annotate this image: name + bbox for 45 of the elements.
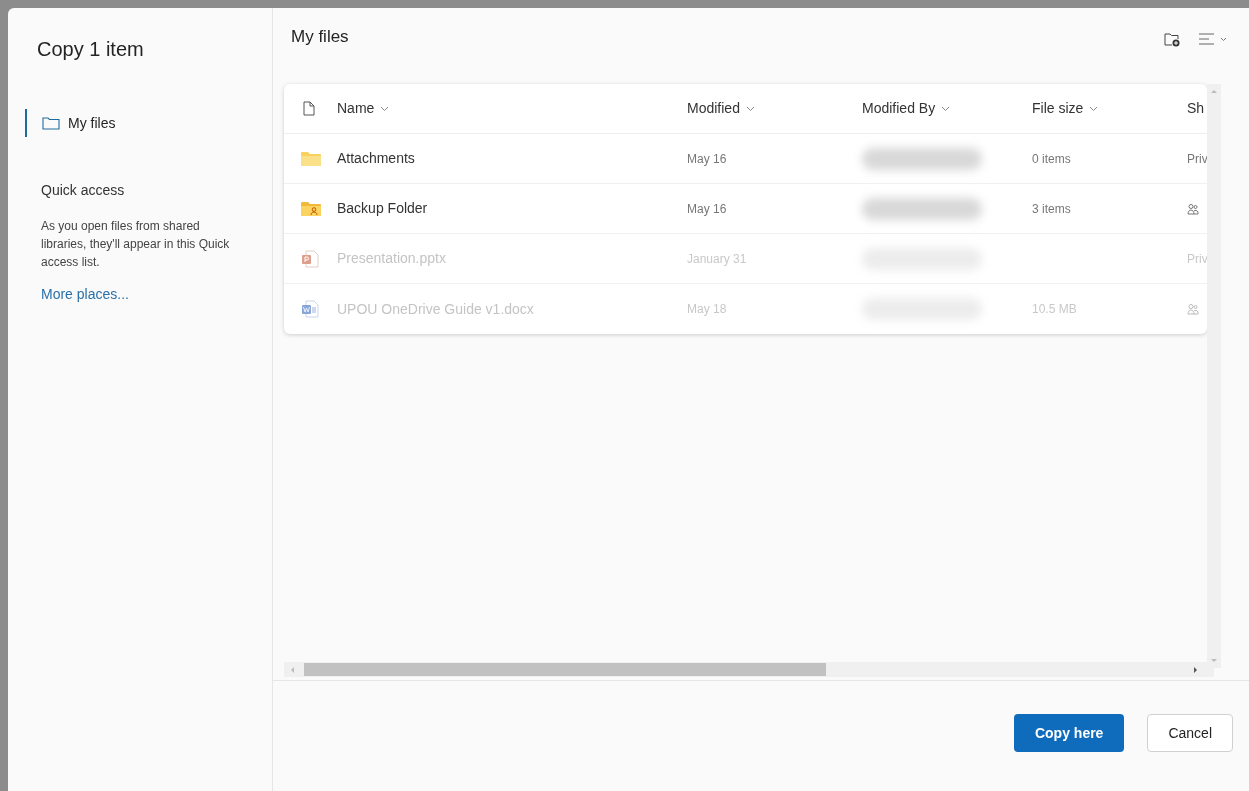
file-row[interactable]: Backup Folder May 16 3 items bbox=[284, 184, 1207, 234]
section-heading: Quick access bbox=[41, 181, 126, 200]
location-title: My files bbox=[291, 26, 349, 49]
chevron-down-icon bbox=[1089, 105, 1099, 112]
scroll-up-icon[interactable] bbox=[1210, 88, 1218, 94]
file-icon bbox=[303, 101, 315, 116]
chevron-down-icon bbox=[745, 105, 755, 112]
folder-icon bbox=[42, 116, 60, 130]
more-places-link[interactable]: More places... bbox=[41, 284, 252, 305]
column-header[interactable]: Modified By bbox=[862, 98, 1032, 119]
shared-folder-icon bbox=[301, 200, 321, 217]
column-header[interactable]: Name bbox=[337, 98, 687, 119]
new-folder-icon[interactable] bbox=[1164, 31, 1181, 47]
chevron-down-icon bbox=[1220, 36, 1227, 42]
sidebar-item[interactable]: My files bbox=[25, 109, 272, 137]
cancel-button[interactable]: Cancel bbox=[1147, 714, 1233, 752]
file-size: 3 items bbox=[1032, 200, 1072, 218]
chevron-down-icon bbox=[380, 105, 390, 112]
column-header[interactable]: Sh bbox=[1187, 98, 1207, 119]
file-name: Backup Folder bbox=[337, 199, 429, 218]
people-icon bbox=[1187, 303, 1199, 315]
file-name: Attachments bbox=[337, 149, 416, 168]
file-row[interactable]: Attachments May 16 0 items Priv bbox=[284, 134, 1207, 184]
document-file-icon bbox=[301, 300, 319, 318]
sharing-status: Priv bbox=[1187, 150, 1207, 168]
horizontal-scrollbar[interactable] bbox=[284, 662, 1214, 677]
dialog-title: Copy 1 item bbox=[37, 37, 145, 62]
view-options-button[interactable] bbox=[1199, 33, 1227, 45]
people-icon bbox=[1187, 202, 1199, 215]
file-size: 0 items bbox=[1032, 150, 1072, 168]
vertical-scrollbar[interactable] bbox=[1207, 84, 1221, 668]
column-header[interactable]: File size bbox=[1032, 98, 1187, 119]
presentation-file-icon bbox=[301, 249, 319, 268]
file-name: Presentation.pptx bbox=[337, 249, 447, 268]
modified-date: May 16 bbox=[687, 150, 728, 168]
quick-access-description: As you open files from shared libraries, they'll appear in this Quick access list. bbox=[41, 218, 231, 271]
modified-date: May 16 bbox=[687, 200, 728, 218]
column-header[interactable]: Modified bbox=[687, 98, 862, 119]
scroll-down-icon[interactable] bbox=[1210, 658, 1218, 664]
scrollbar-thumb[interactable] bbox=[304, 663, 826, 676]
copy-button[interactable]: Copy here bbox=[1013, 714, 1125, 752]
chevron-down-icon bbox=[941, 105, 951, 112]
lines-icon bbox=[1199, 33, 1214, 45]
file-name: UPOU OneDrive Guide v1.docx bbox=[337, 299, 535, 319]
folder-icon bbox=[301, 150, 321, 167]
